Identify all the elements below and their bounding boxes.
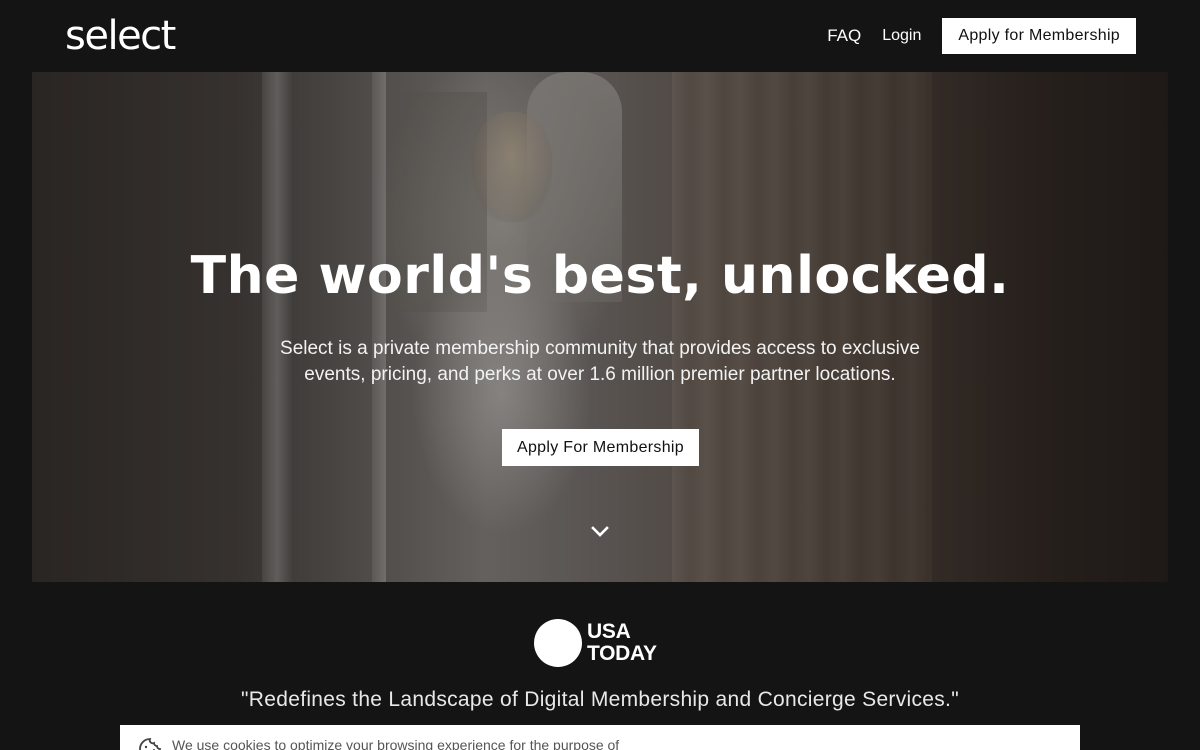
- chevron-down-icon[interactable]: [590, 522, 610, 542]
- header-apply-button[interactable]: Apply for Membership: [942, 18, 1136, 54]
- hero-title: The world's best, unlocked.: [190, 246, 1010, 306]
- site-header: select FAQ Login Apply for Membership: [0, 0, 1200, 72]
- cookie-banner: We use cookies to optimize your browsing…: [120, 725, 1080, 750]
- select-logo[interactable]: select: [65, 12, 176, 60]
- nav-login-link[interactable]: Login: [882, 18, 921, 54]
- cookie-text: We use cookies to optimize your browsing…: [172, 737, 620, 750]
- usa-today-logo: USA TODAY: [534, 619, 657, 667]
- nav-faq-link[interactable]: FAQ: [827, 18, 861, 54]
- usa-today-wordmark: USA TODAY: [587, 621, 657, 665]
- press-quote: "Redefines the Landscape of Digital Memb…: [241, 688, 959, 711]
- usa-today-dot-icon: [534, 619, 582, 667]
- usa-today-line1: USA: [587, 620, 631, 643]
- main-nav: FAQ Login Apply for Membership: [827, 18, 1136, 54]
- hero-apply-button[interactable]: Apply For Membership: [502, 429, 699, 466]
- hero-content: The world's best, unlocked. Select is a …: [32, 72, 1168, 582]
- cookie-icon: [139, 738, 161, 750]
- hero-subtitle: Select is a private membership community…: [280, 338, 920, 385]
- hero-section: The world's best, unlocked. Select is a …: [32, 72, 1168, 582]
- usa-today-line2: TODAY: [587, 642, 657, 665]
